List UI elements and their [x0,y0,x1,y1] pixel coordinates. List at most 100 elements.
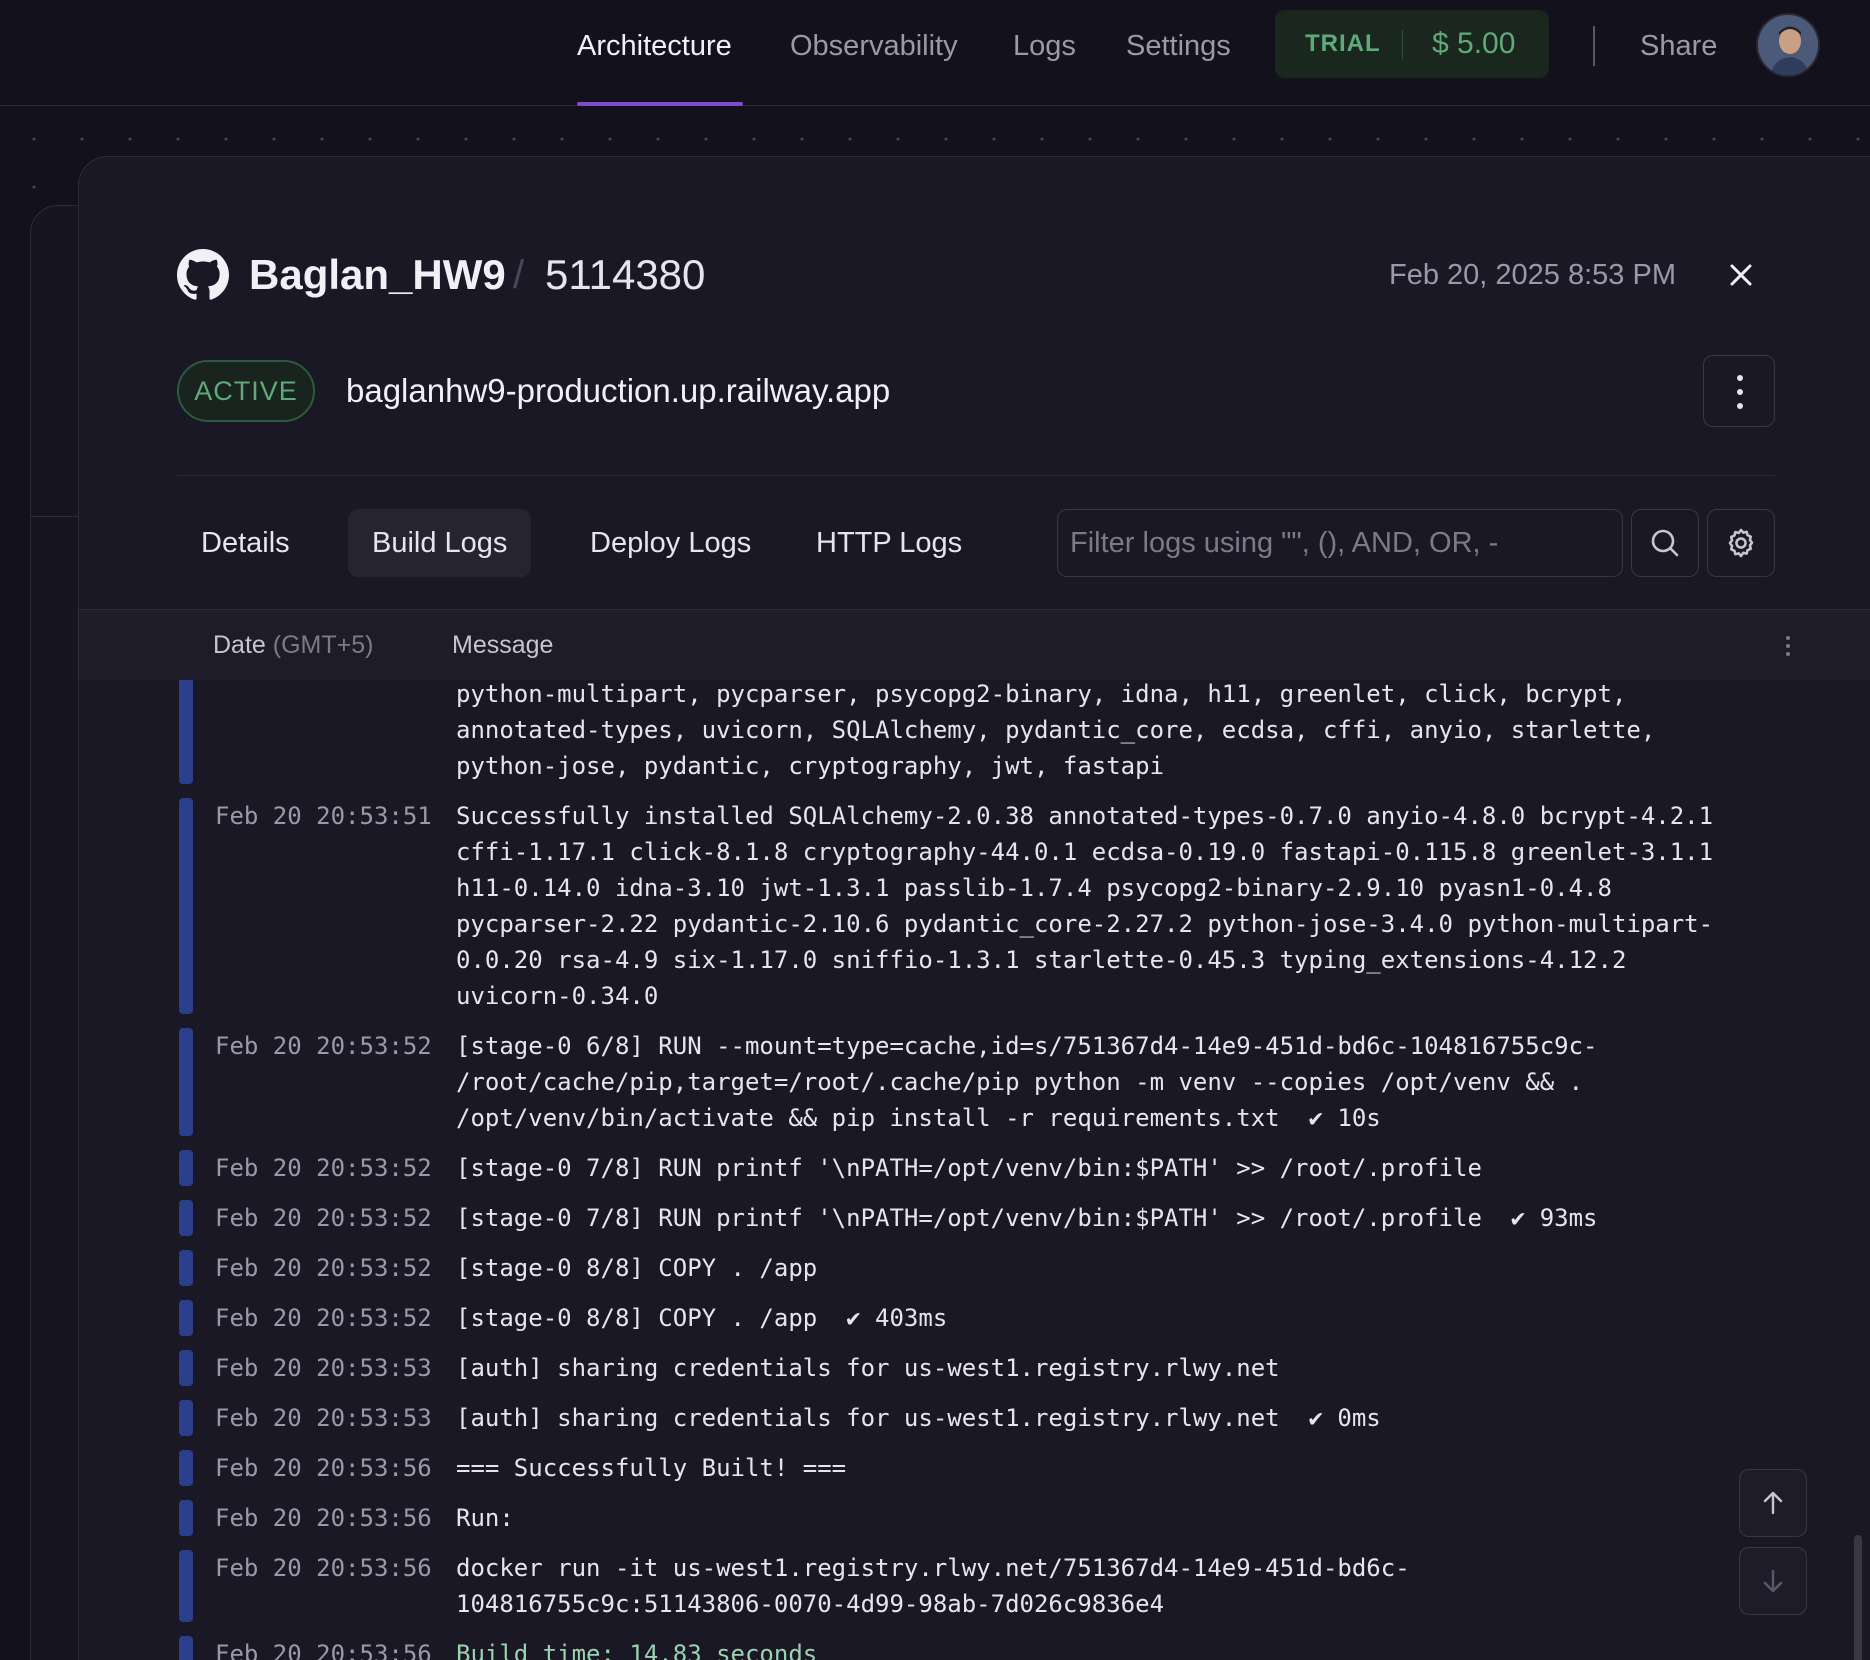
log-message: [stage-0 6/8] RUN --mount=type=cache,id=… [456,1032,1598,1132]
deployment-domain-link[interactable]: baglanhw9-production.up.railway.app [346,369,890,413]
kebab-dot [1737,375,1743,381]
log-message: [auth] sharing credentials for us-west1.… [456,1354,1280,1382]
tab-http-logs[interactable]: HTTP Logs [792,509,986,577]
log-entry: Feb 20 20:53:56 docker run -it us-west1.r… [79,1550,1870,1622]
header-divider [177,475,1775,476]
log-filter-input[interactable] [1057,509,1623,577]
nav-tab-architecture[interactable]: Architecture [577,22,732,70]
nav-tab-observability[interactable]: Observability [790,22,958,70]
breadcrumb-separator: / [513,253,525,297]
log-entry: Feb 20 20:53:52 [stage-0 6/8] RUN --mount… [79,1028,1870,1136]
log-entry: Feb 20 20:53:51 Successfully installed SQ… [79,798,1870,1014]
log-message: Successfully installed SQLAlchemy-2.0.38… [456,802,1714,1010]
log-message: [stage-0 7/8] RUN printf '\nPATH=/opt/ve… [456,1204,1598,1232]
log-timestamp: Feb 20 20:53:52 [215,1304,432,1332]
log-timestamp: Feb 20 20:53:56 [215,1454,432,1482]
trial-credit-amount: $ 5.00 [1432,27,1516,60]
log-message: docker run -it us-west1.registry.rlwy.ne… [456,1554,1410,1618]
search-icon [1651,529,1679,557]
date-column-header: Date (GMT+5) [213,610,373,680]
gear-icon [1728,528,1754,558]
log-level-bar [179,680,193,784]
log-level-bar [179,1250,193,1286]
log-timestamp: Feb 20 20:53:56 [215,1504,432,1532]
log-entry: Feb 20 20:53:52 [stage-0 8/8] COPY . /app [79,1250,1870,1286]
nav-tab-logs[interactable]: Logs [1013,22,1076,70]
search-button[interactable] [1631,509,1699,577]
user-avatar[interactable] [1756,13,1820,77]
deployment-date: Feb 20, 2025 8:53 PM [1389,259,1676,291]
log-level-bar [179,1150,193,1186]
trial-badge[interactable]: TRIAL $ 5.00 [1275,10,1549,78]
log-entry: Feb 20 20:53:52 [stage-0 7/8] RUN printf … [79,1150,1870,1186]
close-icon [1730,264,1752,286]
date-column-label: Date [213,631,266,659]
scroll-to-top-button[interactable] [1739,1469,1807,1537]
log-timestamp: Feb 20 20:53:53 [215,1354,432,1382]
log-level-bar [179,1350,193,1386]
log-entry: Feb 20 20:53:56 Run: [79,1500,1870,1536]
timezone-label: (GMT+5) [272,631,374,659]
tab-build-logs[interactable]: Build Logs [348,509,532,577]
log-message: === Successfully Built! === [456,1454,847,1482]
log-level-bar [179,1300,193,1336]
more-options-button[interactable] [1703,355,1775,427]
log-timestamp: Feb 20 20:53:52 [215,1032,432,1060]
log-timestamp: Feb 20 20:53:56 [215,1554,432,1582]
build-log-list[interactable]: python-multipart, pycparser, psycopg2-bi… [79,680,1870,1660]
deployment-panel: Baglan_HW9 / 5114380 Feb 20, 2025 8:53 P… [78,156,1870,1660]
log-message: [stage-0 7/8] RUN printf '\nPATH=/opt/ve… [456,1154,1482,1182]
log-message: [stage-0 8/8] COPY . /app ✔ 403ms [456,1304,948,1332]
status-badge: ACTIVE [177,360,315,422]
log-scrollbar[interactable] [1854,1535,1862,1660]
service-name[interactable]: Baglan_HW9 [249,247,506,303]
tab-details[interactable]: Details [177,509,314,577]
message-column-header: Message [452,631,554,659]
service-card-divider [30,516,80,517]
log-timestamp: Feb 20 20:53:51 [215,802,432,830]
log-message: Run: [456,1504,514,1532]
arrow-down-icon [1763,1569,1783,1593]
trial-label: TRIAL [1305,30,1381,57]
log-entry: Feb 20 20:53:53 [auth] sharing credential… [79,1350,1870,1386]
tab-deploy-logs[interactable]: Deploy Logs [566,509,775,577]
top-nav: Architecture Observability Logs Settings… [0,0,1870,106]
log-level-bar [179,1550,193,1622]
log-message: [auth] sharing credentials for us-west1.… [456,1404,1381,1432]
log-entry: Feb 20 20:53:56 === Successfully Built! =… [79,1450,1870,1486]
log-timestamp: Feb 20 20:53:52 [215,1204,432,1232]
column-options-button[interactable] [1785,636,1791,656]
arrow-up-icon [1763,1491,1783,1515]
deployment-id: 5114380 [545,251,706,298]
log-entry: Feb 20 20:53:52 [stage-0 7/8] RUN printf … [79,1200,1870,1236]
github-icon [177,249,229,300]
nav-divider [1593,26,1595,66]
log-level-bar [179,1028,193,1136]
log-level-bar [179,1500,193,1536]
log-level-bar [179,1450,193,1486]
active-tab-indicator [577,102,743,106]
log-message: [stage-0 8/8] COPY . /app [456,1254,818,1282]
kebab-dot [1737,389,1743,395]
log-entry: Feb 20 20:53:53 [auth] sharing credential… [79,1400,1870,1436]
avatar-image-icon [1758,15,1818,75]
log-timestamp: Feb 20 20:53:52 [215,1154,432,1182]
kebab-dot [1786,636,1790,640]
trial-divider [1402,30,1403,60]
log-entry: Feb 20 20:53:56 Build time: 14.83 seconds [79,1636,1870,1660]
kebab-dot [1737,403,1743,409]
nav-tab-settings[interactable]: Settings [1126,22,1231,70]
scroll-to-bottom-button[interactable] [1739,1547,1807,1615]
log-message: python-multipart, pycparser, psycopg2-bi… [456,680,1656,780]
kebab-dot [1786,644,1790,648]
log-entry: python-multipart, pycparser, psycopg2-bi… [79,680,1870,784]
close-button[interactable] [1719,253,1763,297]
log-table-header: Date (GMT+5) Message [79,610,1870,680]
log-timestamp: Feb 20 20:53:52 [215,1254,432,1282]
share-button[interactable]: Share [1640,22,1717,70]
log-message: Build time: 14.83 seconds [456,1640,818,1660]
log-timestamp: Feb 20 20:53:53 [215,1404,432,1432]
log-level-bar [179,1200,193,1236]
log-settings-button[interactable] [1707,509,1775,577]
log-level-bar [179,798,193,1014]
